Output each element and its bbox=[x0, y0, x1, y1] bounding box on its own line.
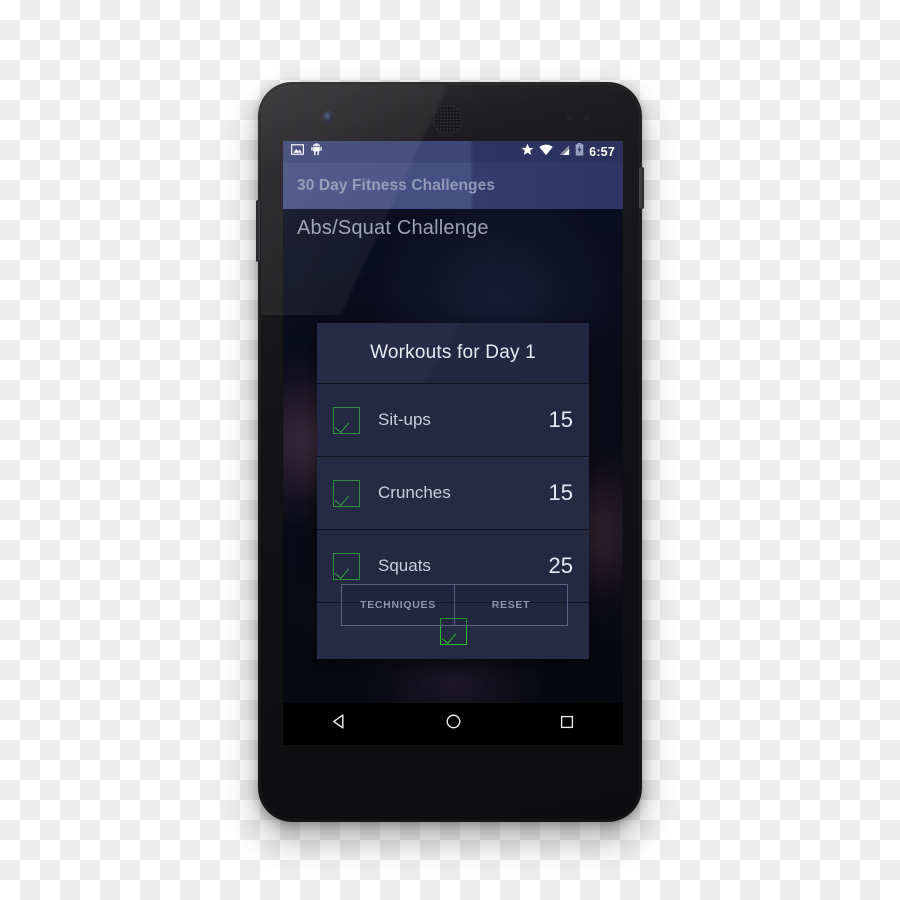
proximity-sensor-icon bbox=[566, 114, 573, 121]
phone-device: 6:57 30 Day Fitness Challenges Abs/Squat… bbox=[256, 82, 644, 822]
back-icon[interactable] bbox=[330, 712, 349, 736]
earpiece-speaker-icon bbox=[433, 105, 463, 135]
phone-body: 6:57 30 Day Fitness Challenges Abs/Squat… bbox=[261, 85, 639, 819]
checkbox-icon[interactable] bbox=[333, 552, 360, 580]
table-row[interactable]: Sit-ups 15 bbox=[317, 384, 589, 457]
wifi-icon bbox=[539, 143, 553, 161]
front-camera-icon bbox=[323, 112, 334, 123]
battery-charging-icon bbox=[575, 143, 584, 161]
volume-button[interactable] bbox=[256, 200, 260, 262]
checkbox-icon[interactable] bbox=[333, 479, 360, 507]
status-bar-left-icons bbox=[283, 143, 322, 161]
table-row[interactable]: Crunches 15 bbox=[317, 457, 589, 530]
dialog-title: Workouts for Day 1 bbox=[317, 323, 589, 384]
workout-label: Sit-ups bbox=[378, 410, 431, 429]
android-bugdroid-icon bbox=[311, 143, 322, 161]
workout-count: 25 bbox=[548, 553, 573, 578]
status-bar: 6:57 bbox=[283, 141, 623, 163]
app-title: 30 Day Fitness Challenges bbox=[297, 177, 496, 194]
workout-label: Crunches bbox=[378, 483, 451, 502]
power-button[interactable] bbox=[639, 167, 644, 209]
action-bar: 30 Day Fitness Challenges bbox=[283, 163, 623, 209]
home-icon[interactable] bbox=[444, 712, 463, 736]
reset-button[interactable]: RESET bbox=[455, 584, 568, 626]
techniques-button[interactable]: TECHNIQUES bbox=[341, 584, 455, 626]
screenshot-icon bbox=[291, 143, 304, 161]
page-title: Abs/Squat Challenge bbox=[297, 217, 489, 239]
phone-screen: 6:57 30 Day Fitness Challenges Abs/Squat… bbox=[283, 141, 623, 745]
workout-count: 15 bbox=[548, 407, 573, 432]
checkbox-icon[interactable] bbox=[333, 406, 360, 434]
action-button-row: TECHNIQUES RESET bbox=[341, 584, 568, 626]
status-bar-clock: 6:57 bbox=[589, 145, 615, 159]
workout-label: Squats bbox=[378, 556, 431, 575]
status-bar-right-icons: 6:57 bbox=[521, 143, 623, 161]
android-nav-bar bbox=[283, 703, 623, 745]
star-icon bbox=[521, 143, 534, 161]
light-sensor-icon bbox=[583, 114, 590, 121]
workout-count: 15 bbox=[548, 480, 573, 505]
signal-icon bbox=[558, 143, 570, 161]
recents-icon[interactable] bbox=[558, 713, 576, 736]
